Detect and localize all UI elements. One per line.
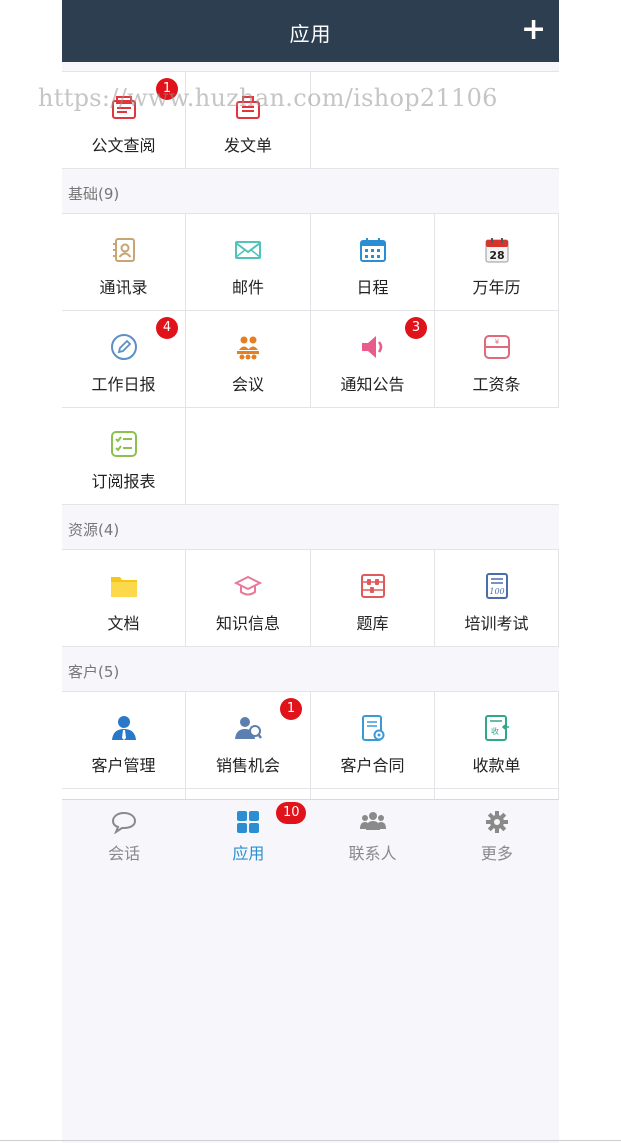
tab-more[interactable]: 更多 bbox=[435, 800, 559, 865]
stamp-text: 收 bbox=[491, 726, 499, 736]
app-tile-label: 收款单 bbox=[472, 756, 521, 775]
page-title: 应用 bbox=[289, 22, 332, 46]
score-text: 100 bbox=[489, 587, 504, 596]
tab-contacts[interactable]: 联系人 bbox=[311, 800, 435, 865]
people-group-icon bbox=[359, 810, 386, 834]
perpetual-calendar-icon: 28 bbox=[482, 235, 512, 265]
app-tile-label: 邮件 bbox=[231, 278, 264, 297]
tab-label: 会话 bbox=[108, 844, 141, 863]
app-tile-label: 工资条 bbox=[472, 375, 521, 394]
notification-badge: 10 bbox=[276, 802, 307, 824]
app-tile-label: 订阅报表 bbox=[91, 472, 156, 491]
app-tile-partial[interactable] bbox=[435, 789, 559, 799]
apps-grid-resources: 文档 知识信息 题库 100 培训考试 bbox=[62, 549, 559, 647]
app-tile-contacts[interactable]: 通讯录 bbox=[62, 214, 186, 311]
app-tile-label: 客户合同 bbox=[340, 756, 405, 775]
customer-person-icon bbox=[109, 713, 139, 743]
apps-grid-basic: 通讯录 邮件 日程 28 万年历 工作日报 4 会议 通知公告 3 ¥ 工资条 … bbox=[62, 213, 559, 505]
app-tile-partial[interactable] bbox=[186, 789, 311, 799]
app-tile-notice[interactable]: 通知公告 3 bbox=[311, 311, 435, 408]
tab-label: 应用 bbox=[232, 844, 265, 863]
app-tile-label: 日程 bbox=[356, 278, 389, 297]
app-tile-payslip[interactable]: ¥ 工资条 bbox=[435, 311, 559, 408]
app-tile-customer-contract[interactable]: 客户合同 bbox=[311, 692, 435, 789]
folder-icon bbox=[109, 571, 139, 601]
app-tile-label: 题库 bbox=[356, 614, 389, 633]
graduation-cap-icon bbox=[233, 571, 263, 601]
app-tile-label: 万年历 bbox=[472, 278, 521, 297]
app-screen: 应用 + 公文查阅 1 发文单 基础(9) 通讯录 邮件 日程 28 万年历 工… bbox=[62, 0, 559, 1143]
tab-apps[interactable]: 应用 10 bbox=[186, 800, 310, 865]
checklist-icon bbox=[109, 429, 139, 459]
calendar-day-text: 28 bbox=[489, 249, 504, 262]
tab-label: 联系人 bbox=[348, 844, 397, 863]
watermark-text: https://www.huzhan.com/ishop21106 bbox=[38, 84, 498, 112]
payslip-icon: ¥ bbox=[482, 332, 512, 362]
app-tile-daily-report[interactable]: 工作日报 4 bbox=[62, 311, 186, 408]
app-tile-label: 通讯录 bbox=[99, 278, 148, 297]
app-tile-label: 公文查阅 bbox=[91, 136, 156, 155]
abacus-icon bbox=[358, 571, 388, 601]
app-tile-sales-opportunity[interactable]: 销售机会 1 bbox=[186, 692, 311, 789]
app-tile-knowledge[interactable]: 知识信息 bbox=[186, 550, 311, 647]
mail-icon bbox=[233, 235, 263, 265]
notification-badge: 4 bbox=[156, 317, 178, 339]
chat-bubble-icon bbox=[111, 810, 137, 834]
tab-chat[interactable]: 会话 bbox=[62, 800, 186, 865]
app-tile-customer-mgmt[interactable]: 客户管理 bbox=[62, 692, 186, 789]
calendar-icon bbox=[358, 235, 388, 265]
contract-icon bbox=[358, 713, 388, 743]
section-label-basic: 基础(9) bbox=[62, 169, 559, 213]
app-tile-meeting[interactable]: 会议 bbox=[186, 311, 311, 408]
app-tile-mail[interactable]: 邮件 bbox=[186, 214, 311, 311]
receipt-icon: 收 bbox=[482, 713, 512, 743]
add-button[interactable]: + bbox=[521, 10, 546, 50]
app-tile-partial[interactable] bbox=[62, 789, 186, 799]
top-bar: 应用 + bbox=[62, 0, 559, 62]
app-tile-partial[interactable] bbox=[311, 789, 435, 799]
app-tile-perpetual-calendar[interactable]: 28 万年历 bbox=[435, 214, 559, 311]
app-tile-receipt[interactable]: 收 收款单 bbox=[435, 692, 559, 789]
contacts-book-icon bbox=[109, 235, 139, 265]
notification-badge: 3 bbox=[405, 317, 427, 339]
section-label-customers: 客户(5) bbox=[62, 647, 559, 691]
app-tile-question-bank[interactable]: 题库 bbox=[311, 550, 435, 647]
app-tile-docs[interactable]: 文档 bbox=[62, 550, 186, 647]
app-tile-training-exam[interactable]: 100 培训考试 bbox=[435, 550, 559, 647]
app-tile-label: 通知公告 bbox=[340, 375, 405, 394]
meeting-people-icon bbox=[233, 332, 263, 362]
app-tile-label: 知识信息 bbox=[215, 614, 280, 633]
notification-badge: 1 bbox=[280, 698, 302, 720]
app-tile-label: 培训考试 bbox=[464, 614, 529, 633]
section-label-resources: 资源(4) bbox=[62, 505, 559, 549]
divider bbox=[0, 1140, 621, 1141]
app-tile-schedule[interactable]: 日程 bbox=[311, 214, 435, 311]
app-tile-label: 文档 bbox=[107, 614, 140, 633]
tab-label: 更多 bbox=[480, 844, 513, 863]
sales-opportunity-icon bbox=[233, 713, 263, 743]
app-tile-label: 客户管理 bbox=[91, 756, 156, 775]
apps-grid-icon bbox=[235, 810, 261, 834]
app-tile-subscribed-reports[interactable]: 订阅报表 bbox=[62, 408, 186, 505]
pencil-circle-icon bbox=[109, 332, 139, 362]
exam-paper-icon: 100 bbox=[482, 571, 512, 601]
speaker-icon bbox=[358, 332, 388, 362]
bottom-tab-bar: 会话 应用 10 联系人 更多 bbox=[62, 799, 559, 865]
app-tile-label: 销售机会 bbox=[215, 756, 280, 775]
apps-scroll-area[interactable]: 公文查阅 1 发文单 基础(9) 通讯录 邮件 日程 28 万年历 工作日报 4… bbox=[62, 62, 559, 799]
app-tile-label: 会议 bbox=[231, 375, 264, 394]
currency-text: ¥ bbox=[494, 338, 499, 346]
apps-grid-customers: 客户管理 销售机会 1 客户合同 收 收款单 bbox=[62, 691, 559, 799]
empty-cell bbox=[186, 408, 559, 505]
app-tile-label: 发文单 bbox=[223, 136, 272, 155]
app-tile-label: 工作日报 bbox=[91, 375, 156, 394]
gear-icon bbox=[484, 810, 510, 834]
